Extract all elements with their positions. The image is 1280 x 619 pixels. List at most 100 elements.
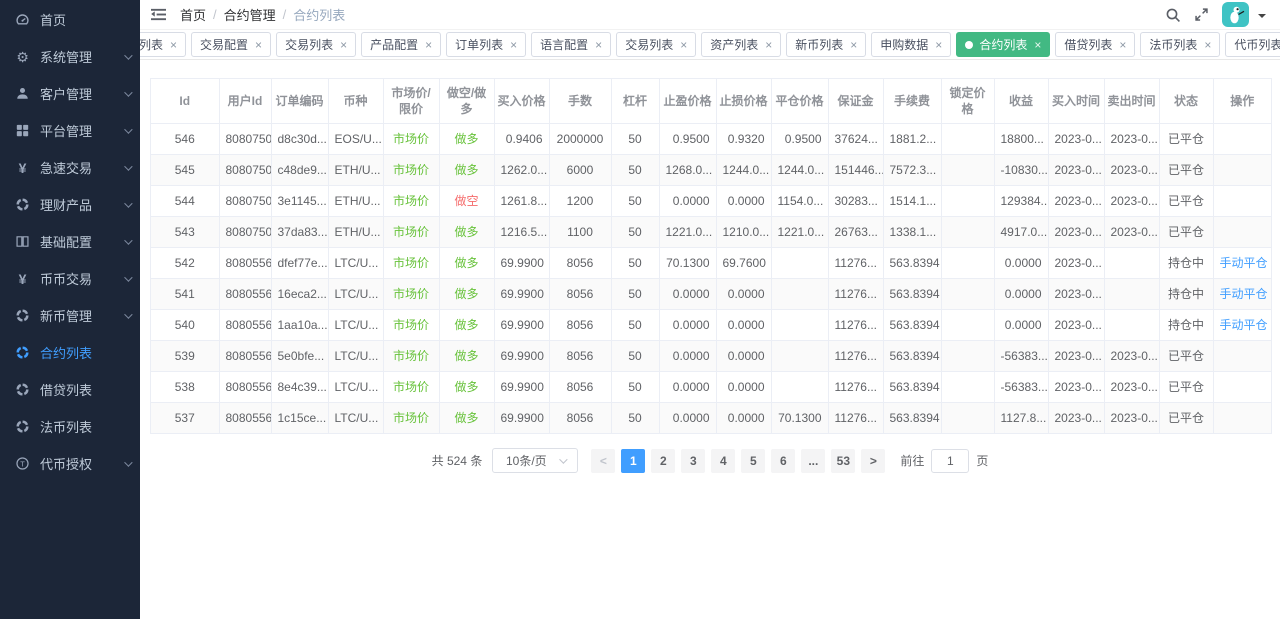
close-icon[interactable]: × — [1204, 39, 1211, 51]
table-cell: 做多 — [439, 216, 494, 247]
sidebar-item-10[interactable]: 借贷列表 — [0, 371, 140, 408]
table-cell: 563.8394 — [883, 371, 941, 402]
sidebar-item-8[interactable]: 新币管理 — [0, 297, 140, 334]
tab-6[interactable]: 交易列表× — [616, 32, 696, 57]
table-cell: 4917.0... — [994, 216, 1048, 247]
tab-7[interactable]: 资产列表× — [701, 32, 781, 57]
page-button-4[interactable]: 4 — [711, 449, 735, 473]
gear-icon: ⚙ — [14, 48, 31, 65]
sidebar-item-0[interactable]: 首页 — [0, 1, 140, 38]
tab-8[interactable]: 新币列表× — [786, 32, 866, 57]
page-button-5[interactable]: 5 — [741, 449, 765, 473]
sidebar-item-2[interactable]: 客户管理 — [0, 75, 140, 112]
column-header: Id — [151, 79, 219, 123]
breadcrumb: 首页 / 合约管理 / 合约列表 — [180, 5, 345, 24]
page-button-6[interactable]: 6 — [771, 449, 795, 473]
sidebar-item-1[interactable]: ⚙ 系统管理 — [0, 38, 140, 75]
table-cell: 1aa10a... — [271, 309, 328, 340]
close-icon[interactable]: × — [680, 39, 687, 51]
manual-close-link[interactable]: 手动平仓 — [1220, 318, 1268, 332]
page-jump-input[interactable] — [931, 449, 969, 473]
tab-4[interactable]: 订单列表× — [446, 32, 526, 57]
tab-13[interactable]: 代币列表× — [1225, 32, 1280, 57]
column-header: 做空/做多 — [439, 79, 494, 123]
sidebar-item-11[interactable]: 法币列表 — [0, 408, 140, 445]
page-button-1[interactable]: 1 — [621, 449, 645, 473]
close-icon[interactable]: × — [170, 39, 177, 51]
sidebar-item-6[interactable]: 基础配置 — [0, 223, 140, 260]
active-tab-dot — [965, 41, 973, 49]
page-button-2[interactable]: 2 — [651, 449, 675, 473]
sidebar-toggle-icon[interactable] — [150, 7, 167, 22]
tab-0[interactable]: 列表× — [140, 32, 186, 57]
sidebar-item-5[interactable]: 理财产品 — [0, 186, 140, 223]
table-cell: 69.9900 — [494, 247, 549, 278]
next-page-button[interactable]: > — [861, 449, 885, 473]
table-cell: 70.1300 — [659, 247, 716, 278]
pager-ellipsis[interactable]: ... — [801, 449, 825, 473]
table-cell: 1338.1... — [883, 216, 941, 247]
tab-12[interactable]: 法币列表× — [1140, 32, 1220, 57]
table-cell: 0.0000 — [659, 402, 716, 433]
sidebar-item-label: 系统管理 — [40, 47, 92, 66]
table-cell: 563.8394 — [883, 278, 941, 309]
page-button-3[interactable]: 3 — [681, 449, 705, 473]
close-icon[interactable]: × — [425, 39, 432, 51]
search-icon[interactable] — [1165, 7, 1181, 23]
close-icon[interactable]: × — [340, 39, 347, 51]
table-cell — [1213, 154, 1271, 185]
table-cell: 市场价 — [383, 216, 439, 247]
tab-11[interactable]: 借贷列表× — [1055, 32, 1135, 57]
tab-label: 交易配置 — [200, 36, 248, 53]
page-size-select[interactable]: 10条/页 — [492, 448, 578, 473]
close-icon[interactable]: × — [510, 39, 517, 51]
table-cell — [1213, 402, 1271, 433]
table-row: 5468080750d8c30d...EOS/U...市场价做多0.940620… — [151, 123, 1271, 154]
tab-label: 申购数据 — [880, 36, 928, 53]
table-cell: 0.0000 — [716, 309, 771, 340]
tab-10[interactable]: 合约列表× — [956, 32, 1050, 57]
close-icon[interactable]: × — [850, 39, 857, 51]
close-icon[interactable]: × — [595, 39, 602, 51]
table-cell: 0.0000 — [994, 278, 1048, 309]
table-cell: 2023-0... — [1048, 247, 1104, 278]
avatar[interactable] — [1222, 2, 1249, 27]
sidebar-item-4[interactable]: ¥急速交易 — [0, 149, 140, 186]
table-row: 54080805561aa10a...LTC/U...市场价做多69.99008… — [151, 309, 1271, 340]
breadcrumb-contract-management[interactable]: 合约管理 — [224, 5, 276, 24]
tab-1[interactable]: 交易配置 × — [191, 32, 271, 57]
content: Id用户Id订单编码币种市场价/限价做空/做多买入价格手数杠杆止盈价格止损价格平… — [140, 60, 1280, 619]
table-cell: 已平仓 — [1159, 216, 1213, 247]
sidebar-item-7[interactable]: ¥币币交易 — [0, 260, 140, 297]
table-row: 53780805561c15ce...LTC/U...市场价做多69.99008… — [151, 402, 1271, 433]
tab-2[interactable]: 交易列表× — [276, 32, 356, 57]
close-icon[interactable]: × — [765, 39, 772, 51]
table-cell: 538 — [151, 371, 219, 402]
table-cell: 542 — [151, 247, 219, 278]
table-cell: 11276... — [828, 402, 883, 433]
manual-close-link[interactable]: 手动平仓 — [1220, 256, 1268, 270]
prev-page-button[interactable]: < — [591, 449, 615, 473]
table-cell — [1213, 340, 1271, 371]
table-cell: 50 — [611, 216, 659, 247]
table-cell: 0.0000 — [716, 371, 771, 402]
tab-3[interactable]: 产品配置× — [361, 32, 441, 57]
close-icon[interactable]: × — [1034, 39, 1041, 51]
tab-9[interactable]: 申购数据 × — [871, 32, 951, 57]
close-icon[interactable]: × — [935, 39, 942, 51]
sidebar-item-9[interactable]: 合约列表 — [0, 334, 140, 371]
table-cell — [941, 309, 994, 340]
manual-close-link[interactable]: 手动平仓 — [1220, 287, 1268, 301]
user-menu-caret-icon[interactable] — [1258, 14, 1266, 22]
sidebar-item-3[interactable]: 平台管理 — [0, 112, 140, 149]
tab-5[interactable]: 语言配置× — [531, 32, 611, 57]
table-cell — [771, 309, 828, 340]
close-icon[interactable]: × — [1119, 39, 1126, 51]
table-cell: 做多 — [439, 154, 494, 185]
sidebar-item-12[interactable]: T代币授权 — [0, 445, 140, 482]
page-button-53[interactable]: 53 — [831, 449, 855, 473]
column-header: 手数 — [549, 79, 611, 123]
close-icon[interactable]: × — [255, 39, 262, 51]
breadcrumb-home[interactable]: 首页 — [180, 5, 206, 24]
fullscreen-icon[interactable] — [1194, 7, 1209, 22]
